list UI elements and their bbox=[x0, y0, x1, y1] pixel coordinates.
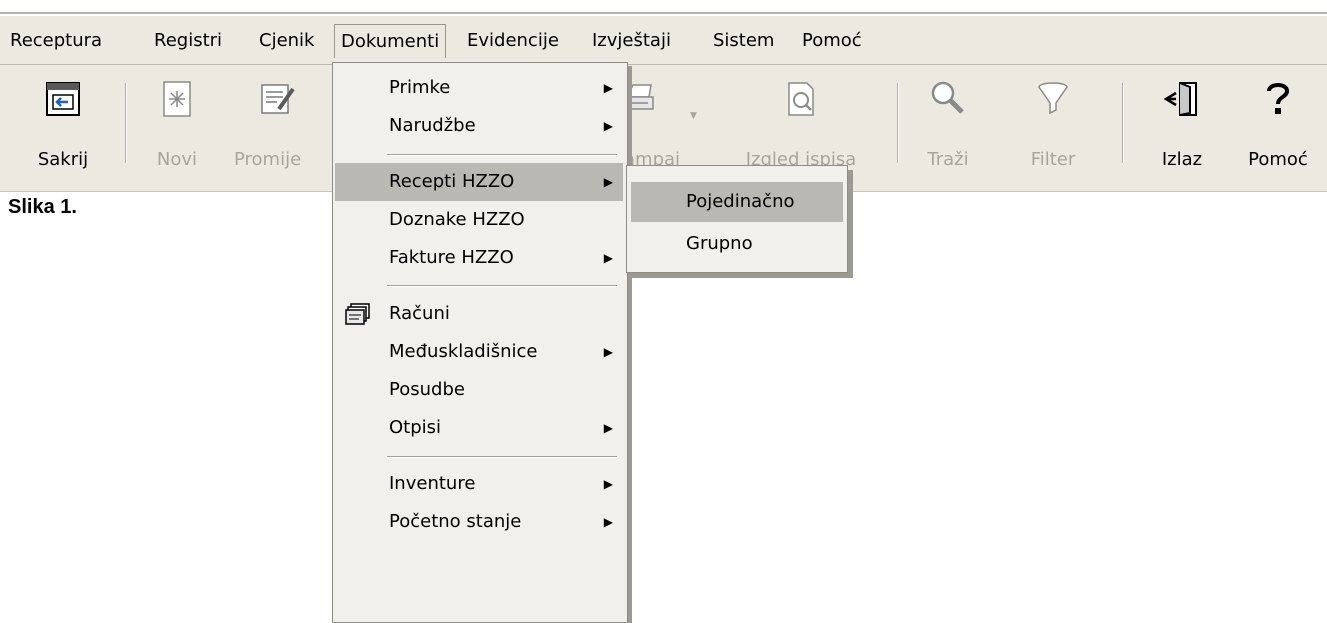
exit-door-icon bbox=[1163, 82, 1197, 116]
menu-item-fakture-hzzo[interactable]: Fakture HZZO ▶ bbox=[335, 239, 623, 277]
search-button-label: Traži bbox=[927, 149, 969, 170]
dokumenti-dropdown-menu: Primke ▶ Narudžbe ▶ Recepti HZZO ▶ Dozna… bbox=[332, 62, 628, 623]
menu-item-doznake-hzzo[interactable]: Doznake HZZO bbox=[335, 201, 623, 239]
menu-item-inventure[interactable]: Inventure ▶ bbox=[335, 465, 623, 503]
help-question-icon bbox=[1267, 83, 1290, 114]
filter-button-label: Filter bbox=[1030, 149, 1076, 170]
filter-button[interactable]: Filter bbox=[1005, 65, 1101, 191]
menu-registri[interactable]: Registri bbox=[148, 26, 228, 56]
chevron-down-icon: ▼ bbox=[690, 111, 697, 121]
edit-button-label: Promije bbox=[234, 149, 302, 170]
menu-item-label: Početno stanje bbox=[389, 511, 522, 532]
search-magnifier-icon bbox=[931, 81, 964, 114]
menu-item-label: Narudžbe bbox=[389, 115, 476, 136]
submenu-arrow-icon: ▶ bbox=[603, 477, 613, 491]
submenu-arrow-icon: ▶ bbox=[603, 251, 613, 265]
menu-item-label: Računi bbox=[389, 303, 450, 324]
submenu-item-pojedinacno[interactable]: Pojedinačno bbox=[631, 182, 843, 222]
menu-item-label: Recepti HZZO bbox=[389, 171, 515, 192]
menu-item-pocetno-stanje[interactable]: Početno stanje ▶ bbox=[335, 503, 623, 541]
submenu-arrow-icon: ▶ bbox=[603, 81, 613, 95]
top-border-line bbox=[0, 12, 1327, 14]
edit-button[interactable]: Promije bbox=[222, 65, 332, 191]
menu-item-label: Inventure bbox=[389, 473, 476, 494]
menu-item-otpisi[interactable]: Otpisi ▶ bbox=[335, 409, 623, 447]
menu-separator bbox=[387, 285, 617, 287]
submenu-arrow-icon: ▶ bbox=[603, 119, 613, 133]
submenu-arrow-icon: ▶ bbox=[603, 515, 613, 529]
help-button-label: Pomoć bbox=[1248, 149, 1308, 170]
toolbar-separator bbox=[897, 83, 899, 163]
new-document-icon bbox=[163, 81, 191, 117]
new-button-label: Novi bbox=[156, 149, 198, 170]
hide-button-label: Sakrij bbox=[37, 149, 89, 170]
menu-item-racuni[interactable]: Računi bbox=[335, 295, 623, 333]
recepti-hzzo-submenu: Pojedinačno Grupno bbox=[626, 165, 848, 273]
help-button[interactable]: Pomoć bbox=[1228, 65, 1327, 191]
menu-evidencije[interactable]: Evidencije bbox=[461, 26, 565, 56]
menu-izvjestaji[interactable]: Izvještaji bbox=[586, 26, 677, 56]
menu-item-label: Fakture HZZO bbox=[389, 247, 514, 268]
menu-item-recepti-hzzo[interactable]: Recepti HZZO ▶ bbox=[335, 163, 623, 201]
submenu-item-grupno[interactable]: Grupno bbox=[631, 224, 843, 264]
filter-funnel-icon bbox=[1038, 82, 1068, 115]
menu-item-label: Međuskladišnice bbox=[389, 341, 538, 362]
print-preview-icon bbox=[788, 82, 814, 116]
menu-item-label: Primke bbox=[389, 77, 451, 98]
menu-item-posudbe[interactable]: Posudbe bbox=[335, 371, 623, 409]
menu-sistem[interactable]: Sistem bbox=[707, 26, 780, 56]
new-button[interactable]: Novi bbox=[122, 65, 232, 191]
hide-button[interactable]: Sakrij bbox=[8, 65, 118, 191]
edit-document-icon bbox=[261, 84, 295, 114]
hide-window-icon bbox=[46, 82, 80, 116]
submenu-arrow-icon: ▶ bbox=[603, 345, 613, 359]
menu-pomoc[interactable]: Pomoć bbox=[796, 26, 868, 56]
menu-receptura[interactable]: Receptura bbox=[4, 26, 108, 56]
menu-separator bbox=[387, 456, 617, 458]
menu-item-label: Posudbe bbox=[389, 379, 465, 400]
toolbar-separator bbox=[1122, 83, 1124, 163]
exit-button-label: Izlaz bbox=[1161, 149, 1203, 170]
menu-item-meduskladisnice[interactable]: Međuskladišnice ▶ bbox=[335, 333, 623, 371]
menu-item-label: Doznake HZZO bbox=[389, 209, 525, 230]
menu-item-narudzbe[interactable]: Narudžbe ▶ bbox=[335, 107, 623, 145]
submenu-arrow-icon: ▶ bbox=[603, 175, 613, 189]
menu-item-label: Otpisi bbox=[389, 417, 442, 438]
menu-item-primke[interactable]: Primke ▶ bbox=[335, 69, 623, 107]
figure-caption: Slika 1. bbox=[8, 196, 77, 218]
search-button[interactable]: Traži bbox=[900, 65, 996, 191]
invoice-stack-icon bbox=[345, 303, 370, 325]
menu-bar: Receptura Registri Cjenik Dokumenti Evid… bbox=[0, 16, 1327, 65]
submenu-arrow-icon: ▶ bbox=[603, 421, 613, 435]
menu-separator bbox=[387, 154, 617, 156]
exit-button[interactable]: Izlaz bbox=[1132, 65, 1232, 191]
menu-cjenik[interactable]: Cjenik bbox=[253, 26, 320, 56]
menu-dokumenti[interactable]: Dokumenti bbox=[334, 24, 447, 58]
